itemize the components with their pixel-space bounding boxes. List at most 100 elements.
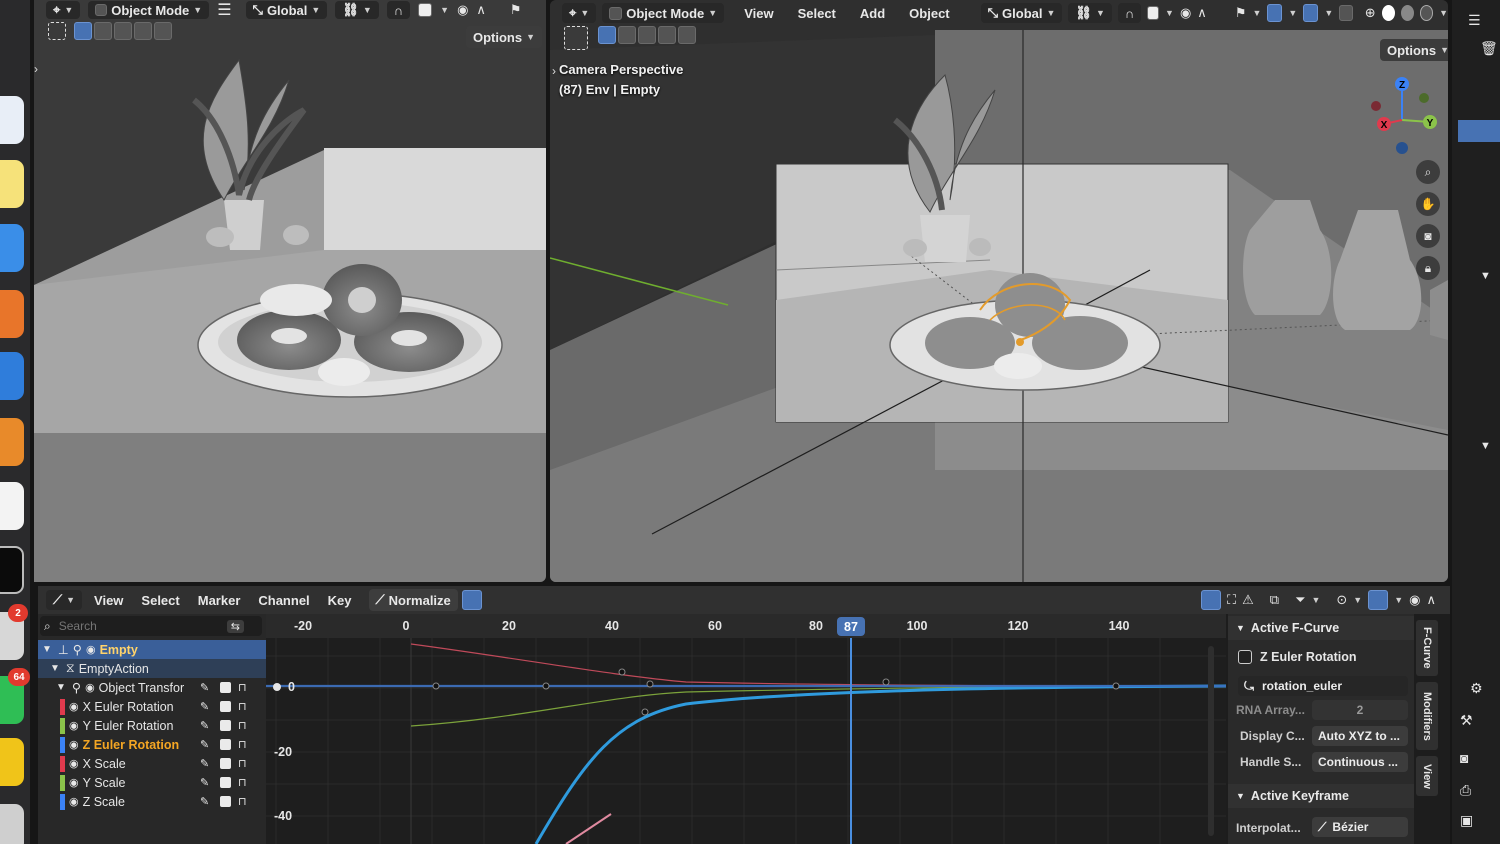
eye-icon[interactable]: ◉	[69, 700, 79, 713]
channel-row-z-scale[interactable]: ◉ Z Scale ✎ ⊓	[38, 792, 266, 811]
chevron-down-icon[interactable]: ▼	[1480, 270, 1491, 282]
lock-icon[interactable]: ⊓	[238, 681, 247, 694]
tab-fcurve[interactable]: F-Curve	[1416, 620, 1438, 676]
overlay-toggle-icon[interactable]	[1303, 4, 1319, 22]
falloff-icon[interactable]: ∧	[1197, 5, 1207, 21]
material-shading-icon[interactable]	[1400, 5, 1414, 21]
mute-checkbox[interactable]	[220, 739, 231, 750]
lock-icon[interactable]: ⊓	[238, 719, 247, 732]
display-color-dropdown[interactable]: Auto XYZ to ...	[1312, 726, 1408, 746]
filter-icon[interactable]: ⏷	[1295, 592, 1305, 608]
eye-icon[interactable]: ◉	[69, 738, 79, 751]
chevron-down-icon[interactable]: ▼	[1165, 8, 1174, 18]
notes-icon[interactable]	[0, 160, 24, 208]
channel-row-empty[interactable]: ▼ ⊥ ⚲ ◉ Empty	[38, 640, 266, 659]
modifier-wrench-icon[interactable]: ✎	[200, 719, 209, 732]
mute-checkbox[interactable]	[220, 796, 231, 807]
safari-icon[interactable]	[0, 224, 24, 272]
select-extend-icon[interactable]	[94, 22, 112, 40]
mute-checkbox[interactable]	[220, 777, 231, 788]
snapping-icon[interactable]	[1368, 590, 1389, 610]
modifier-wrench-icon[interactable]: ✎	[200, 700, 209, 713]
expand-chevron-icon[interactable]: ▼	[56, 682, 66, 693]
show-hidden-icon[interactable]: ⛶	[1227, 592, 1236, 608]
modifier-wrench-icon[interactable]: ✎	[200, 681, 209, 694]
outliner-icon[interactable]: ☰	[1468, 12, 1481, 29]
warning-icon[interactable]: ⚠	[1242, 592, 1254, 608]
rendered-shading-icon[interactable]	[1419, 5, 1434, 21]
snap-toggle[interactable]: ∩	[386, 1, 411, 19]
transform-orientation-dropdown[interactable]: ⤡ Global ▼	[980, 3, 1063, 23]
channel-row-action[interactable]: ▼ ⧖ EmptyAction	[38, 659, 266, 678]
pivot-dropdown[interactable]: ⛓ ▼	[1068, 3, 1112, 23]
swap-filter-icon[interactable]: ⇆	[226, 619, 244, 633]
snap-toggle[interactable]: ∩	[1117, 3, 1142, 23]
trash-icon[interactable]: 🗑︎	[1480, 40, 1498, 57]
rna-array-field[interactable]: 2	[1312, 700, 1408, 720]
fcurve-canvas[interactable]: 0 -20 -40	[266, 638, 1226, 844]
menu-marker[interactable]: Marker	[198, 593, 241, 608]
select-invert-icon[interactable]	[134, 22, 152, 40]
mode-dropdown[interactable]: Object Mode ▼	[88, 1, 210, 19]
channel-row-group[interactable]: ▼ ⚲ ◉ Object Transfor ✎ ⊓	[38, 678, 266, 697]
snap-target-icon[interactable]	[418, 3, 433, 17]
pivot-point-icon[interactable]: ⊙	[1336, 592, 1347, 608]
select-box-tool-icon[interactable]	[48, 22, 66, 40]
expand-chevron-icon[interactable]: ▼	[50, 663, 60, 674]
rna-path-field[interactable]: ⤿ rotation_euler	[1238, 676, 1408, 696]
printer-icon[interactable]: ⎙	[1460, 782, 1471, 799]
snap-target-icon[interactable]	[1147, 6, 1160, 20]
pin-icon[interactable]: ⚲	[72, 680, 81, 695]
editor-type-button[interactable]: ⌖ ▼	[46, 1, 81, 19]
eye-icon[interactable]: ◉	[69, 719, 79, 732]
chevron-down-icon[interactable]: ▼	[440, 5, 449, 15]
select-extend-icon[interactable]	[618, 26, 636, 44]
mute-checkbox[interactable]	[220, 682, 231, 693]
channel-row-x-scale[interactable]: ◉ X Scale ✎ ⊓	[38, 754, 266, 773]
select-new-icon[interactable]	[598, 26, 616, 44]
editor-type-button[interactable]: ⟋ ▼	[46, 590, 83, 610]
eye-icon[interactable]: ◉	[85, 681, 95, 694]
modifier-wrench-icon[interactable]: ✎	[200, 776, 209, 789]
terminal-icon[interactable]	[0, 546, 24, 594]
select-subtract-icon[interactable]	[638, 26, 656, 44]
transform-orientation-dropdown[interactable]: ⤡ Global ▼	[245, 1, 328, 19]
firefox-icon[interactable]	[0, 290, 24, 338]
lock-icon[interactable]: ⊓	[238, 757, 247, 770]
vscode-icon[interactable]	[0, 352, 24, 400]
blender-icon[interactable]	[0, 418, 24, 466]
lock-icon[interactable]: ⊓	[238, 776, 247, 789]
solid-shading-icon[interactable]	[1381, 5, 1395, 21]
chevron-down-icon[interactable]: ▼	[1480, 440, 1491, 452]
proportional-editing-icon[interactable]: ◉	[1180, 5, 1191, 21]
proportional-editing-icon[interactable]: ◉	[457, 2, 468, 18]
gizmo-toggle-icon[interactable]	[1267, 4, 1283, 22]
select-intersect-icon[interactable]	[154, 22, 172, 40]
lock-camera-icon[interactable]: 🔒︎	[1416, 256, 1440, 280]
menu-add[interactable]: Add	[860, 6, 885, 21]
menu-channel[interactable]: Channel	[258, 593, 309, 608]
graph-editor[interactable]: ⟋ ▼ View Select Marker Channel Key ⟋ Norm…	[38, 586, 1450, 844]
view-all-icon[interactable]: ⧉	[1270, 592, 1279, 608]
eye-icon[interactable]: ◉	[69, 795, 79, 808]
visibility-dropdown-icon[interactable]: ⚑	[510, 2, 522, 18]
app-icon[interactable]	[0, 804, 24, 844]
vertical-scrollbar[interactable]	[1208, 646, 1214, 836]
only-selected-icon[interactable]	[1201, 590, 1221, 610]
lock-icon[interactable]: ⊓	[238, 700, 247, 713]
select-invert-icon[interactable]	[658, 26, 676, 44]
menu-key[interactable]: Key	[328, 593, 352, 608]
interpolation-dropdown[interactable]: ⟋ Bézier	[1312, 817, 1408, 837]
channel-row-x-euler[interactable]: ◉ X Euler Rotation ✎ ⊓	[38, 697, 266, 716]
menu-select[interactable]: Select	[798, 6, 836, 21]
search-input[interactable]	[58, 619, 219, 633]
active-property-tab[interactable]	[1458, 120, 1500, 142]
channel-search[interactable]: ⌕ ⇆	[40, 616, 262, 636]
active-fcurve-panel-header[interactable]: ▼ Active F-Curve	[1228, 616, 1414, 640]
select-new-icon[interactable]	[74, 22, 92, 40]
toolbar-expand-chevron-icon[interactable]: ›	[552, 64, 556, 78]
channel-row-z-euler[interactable]: ◉ Z Euler Rotation ✎ ⊓	[38, 735, 266, 754]
eye-icon[interactable]: ◉	[69, 776, 79, 789]
channel-row-y-scale[interactable]: ◉ Y Scale ✎ ⊓	[38, 773, 266, 792]
image-icon[interactable]: ▣	[1460, 812, 1473, 829]
